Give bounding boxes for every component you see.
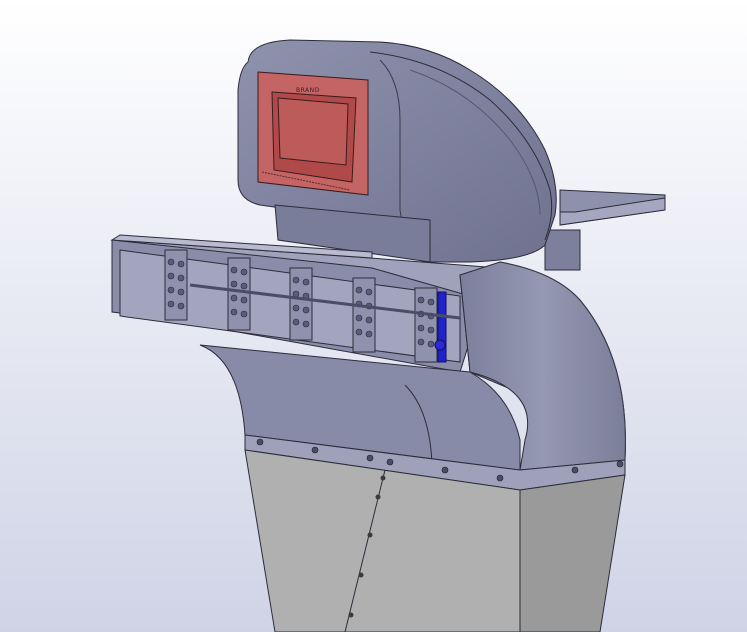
cad-model-render: BRAND — [0, 0, 747, 632]
display-logo-text: BRAND — [296, 87, 320, 94]
cad-viewport: BRAND — [0, 0, 747, 632]
